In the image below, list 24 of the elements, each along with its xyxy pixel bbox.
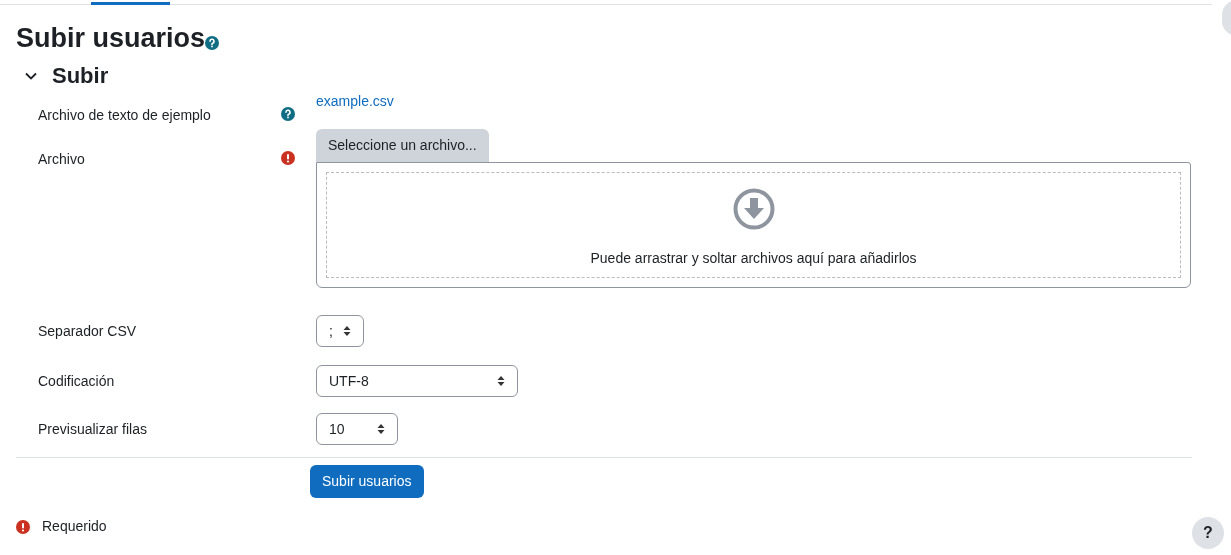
help-icon[interactable]: [281, 107, 295, 121]
example-file-link[interactable]: example.csv: [316, 91, 394, 112]
field-label: Archivo de texto de ejemplo: [37, 106, 212, 125]
field-label: Codificación: [37, 372, 116, 391]
upload-users-button[interactable]: Subir usuarios: [310, 465, 424, 498]
field-label: Archivo: [37, 150, 86, 169]
help-button[interactable]: ?: [1192, 517, 1224, 549]
page-title: Subir usuarios: [16, 22, 206, 55]
field-label: Separador CSV: [37, 322, 138, 341]
select-arrows-icon: [343, 325, 351, 337]
field-label: Previsualizar filas: [37, 420, 148, 439]
required-note: Requerido: [42, 517, 107, 536]
select-field[interactable]: 10: [316, 413, 398, 445]
select-arrows-icon: [377, 423, 385, 435]
select-field[interactable]: ;: [316, 315, 364, 347]
help-icon[interactable]: [205, 36, 220, 50]
choose-file-button[interactable]: Seleccione un archivo...: [316, 129, 489, 162]
select-field[interactable]: UTF-8: [316, 365, 518, 397]
required-icon: [16, 519, 30, 534]
drop-hint: Puede arrastrar y soltar archivos aquí para añadirlos: [590, 249, 917, 268]
section-title: Subir: [52, 62, 109, 90]
required-icon: [281, 151, 295, 165]
select-arrows-icon: [497, 375, 505, 387]
file-drop-area[interactable]: Puede arrastrar y soltar archivos aquí para añadirlos: [316, 162, 1191, 288]
